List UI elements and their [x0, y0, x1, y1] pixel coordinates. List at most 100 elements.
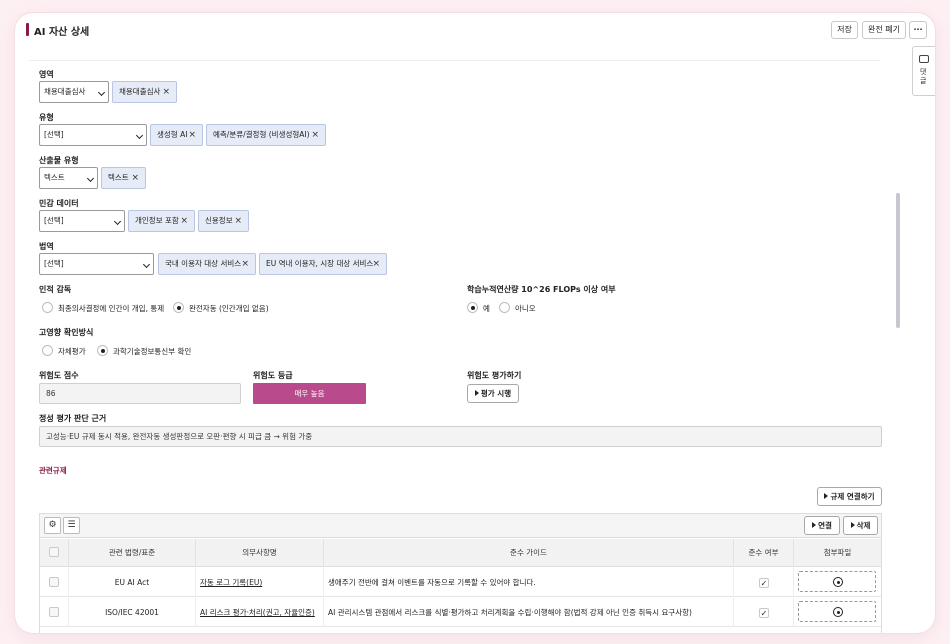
- scrollbar-thumb[interactable]: [896, 193, 900, 328]
- chevron-down-icon: [113, 217, 122, 226]
- jurisdiction-tag: 국내 이용자 대상 서비스 ×: [158, 253, 256, 275]
- flops-option-no: 아니오: [515, 304, 536, 313]
- column-header-obligation[interactable]: 의무사항명: [196, 539, 324, 567]
- jurisdiction-label: 법역: [39, 242, 54, 251]
- table-row[interactable]: ISO/IEC 42001 AI 리스크 평가·처리(권고, 자율인증) AI …: [40, 598, 881, 627]
- domain-label: 영역: [39, 70, 54, 79]
- type-label: 유형: [39, 113, 54, 122]
- regulations-section-title: 관련규제: [39, 466, 67, 475]
- save-button[interactable]: 저장: [831, 21, 858, 39]
- obligation-link[interactable]: 자동 로그 기록(EU): [200, 578, 262, 587]
- risk-level-badge: 매우 높음: [253, 383, 366, 404]
- sensitive-data-select-value: [선택]: [44, 216, 64, 225]
- attachment-dropzone[interactable]: [798, 571, 876, 592]
- row-checkbox[interactable]: [49, 607, 59, 617]
- high-impact-radio-0[interactable]: [42, 345, 53, 356]
- settings-gear-icon[interactable]: ⚙: [44, 517, 61, 534]
- discard-button[interactable]: 완전 폐기: [862, 21, 906, 39]
- tag-label: 텍스트: [108, 173, 129, 182]
- output-type-select-value: 텍스트: [44, 173, 65, 182]
- obligation-cell: AI 리스크 평가·처리(권고, 자율인증): [196, 598, 324, 627]
- risk-score-label: 위험도 점수: [39, 371, 79, 380]
- guide-cell: 생애주기 전반에 걸쳐 이벤트를 자동으로 기록할 수 있어야 합니다.: [324, 568, 734, 597]
- app-window: AI 자산 상세 저장 완전 폐기 ··· 댓글 영역 채용대출심사 채용대출심…: [15, 13, 935, 633]
- remove-tag-icon[interactable]: ×: [234, 211, 242, 231]
- risk-eval-label: 위험도 평가하기: [467, 371, 522, 380]
- link-regulation-button[interactable]: 규제 연결하기: [817, 487, 882, 506]
- flops-radio-yes[interactable]: [467, 302, 478, 313]
- select-all-checkbox[interactable]: [49, 547, 59, 557]
- remove-tag-icon[interactable]: ×: [372, 254, 380, 274]
- sensitive-data-tag: 신용정보 ×: [198, 210, 249, 232]
- attachment-cell: [794, 568, 881, 597]
- add-attachment-icon: [833, 577, 843, 587]
- domain-select[interactable]: 채용대출심사: [39, 81, 109, 103]
- sensitive-data-label: 민감 데이터: [39, 199, 79, 208]
- remove-tag-icon[interactable]: ×: [180, 211, 188, 231]
- high-impact-option-1: 과학기술정보통신부 확인: [113, 347, 192, 356]
- qualitative-input[interactable]: 고성능·EU 규제 동시 적용, 완전자동 생성판정으로 오판·편향 시 피급 …: [39, 426, 882, 447]
- human-oversight-label: 인적 감독: [39, 285, 72, 294]
- sensitive-data-tag: 개인정보 포함 ×: [128, 210, 195, 232]
- select-all-cell: [40, 539, 69, 567]
- type-tag: 예측/분류/결정형 (비생성형AI) ×: [206, 124, 326, 146]
- remove-tag-icon[interactable]: ×: [188, 125, 196, 145]
- check-icon[interactable]: ✓: [759, 578, 769, 588]
- run-evaluation-button[interactable]: 평가 시행: [467, 384, 519, 403]
- output-type-select[interactable]: 텍스트: [39, 167, 98, 189]
- column-header-guide[interactable]: 준수 가이드: [324, 539, 734, 567]
- tag-label: 신용정보: [205, 216, 233, 225]
- output-type-tag: 텍스트 ×: [101, 167, 146, 189]
- tag-label: 생성형 AI: [157, 130, 188, 139]
- comments-side-tab[interactable]: 댓글: [912, 46, 935, 96]
- play-icon: [824, 493, 829, 499]
- compliant-cell: ✓: [734, 568, 794, 597]
- list-menu-icon[interactable]: ☰: [63, 517, 80, 534]
- regulations-grid: ⚙ ☰ 연결 삭제 관련 법령/표준 의무사항명 준수 가이드 준수 여부 첨부…: [39, 513, 882, 633]
- domain-tag: 채용대출심사 ×: [112, 81, 177, 103]
- obligation-cell: 자동 로그 기록(EU): [196, 568, 324, 597]
- chevron-down-icon: [97, 88, 106, 97]
- human-oversight-option-0: 최종의사결정에 인간이 개입, 통제: [58, 304, 165, 313]
- flops-radio-no[interactable]: [499, 302, 510, 313]
- risk-score-input[interactable]: 86: [39, 383, 241, 404]
- connect-label: 연결: [818, 521, 832, 530]
- comment-icon: [919, 55, 929, 63]
- sensitive-data-select[interactable]: [선택]: [39, 210, 125, 232]
- jurisdiction-select[interactable]: [선택]: [39, 253, 154, 275]
- link-regulation-label: 규제 연결하기: [830, 492, 875, 501]
- compliant-cell: ✓: [734, 598, 794, 627]
- type-select[interactable]: [선택]: [39, 124, 147, 146]
- check-icon[interactable]: ✓: [759, 608, 769, 618]
- remove-tag-icon[interactable]: ×: [131, 168, 139, 188]
- remove-tag-icon[interactable]: ×: [311, 125, 319, 145]
- obligation-link[interactable]: AI 리스크 평가·처리(권고, 자율인증): [200, 608, 315, 617]
- delete-button[interactable]: 삭제: [843, 516, 878, 535]
- play-icon: [812, 522, 817, 528]
- output-type-label: 산출물 유형: [39, 156, 79, 165]
- high-impact-label: 고영향 확인방식: [39, 328, 94, 337]
- guide-cell: AI 관리시스템 관점에서 리스크를 식별·평가하고 처리계획을 수립·이행해야…: [324, 598, 734, 627]
- comments-tab-label: 댓글: [920, 68, 927, 85]
- add-attachment-icon: [833, 607, 843, 617]
- table-row[interactable]: EU AI Act 자동 로그 기록(EU) 생애주기 전반에 걸쳐 이벤트를 …: [40, 568, 881, 597]
- row-checkbox[interactable]: [49, 577, 59, 587]
- type-tag: 생성형 AI ×: [150, 124, 203, 146]
- law-cell: EU AI Act: [69, 568, 196, 597]
- play-icon: [474, 390, 479, 396]
- attachment-dropzone[interactable]: [798, 601, 876, 622]
- tag-label: 국내 이용자 대상 서비스: [165, 259, 242, 268]
- scrollbar-track[interactable]: [895, 47, 901, 633]
- human-oversight-radio-0[interactable]: [42, 302, 53, 313]
- human-oversight-radio-1[interactable]: [173, 302, 184, 313]
- column-header-attachment[interactable]: 첨부파일: [794, 539, 881, 567]
- remove-tag-icon[interactable]: ×: [241, 254, 249, 274]
- column-header-compliant[interactable]: 준수 여부: [734, 539, 794, 567]
- connect-button[interactable]: 연결: [804, 516, 840, 535]
- column-header-law[interactable]: 관련 법령/표준: [69, 539, 196, 567]
- tag-label: 예측/분류/결정형 (비생성형AI): [213, 130, 310, 139]
- row-select-cell: [40, 568, 69, 597]
- more-menu-button[interactable]: ···: [909, 21, 927, 39]
- high-impact-radio-1[interactable]: [97, 345, 108, 356]
- remove-tag-icon[interactable]: ×: [162, 82, 170, 102]
